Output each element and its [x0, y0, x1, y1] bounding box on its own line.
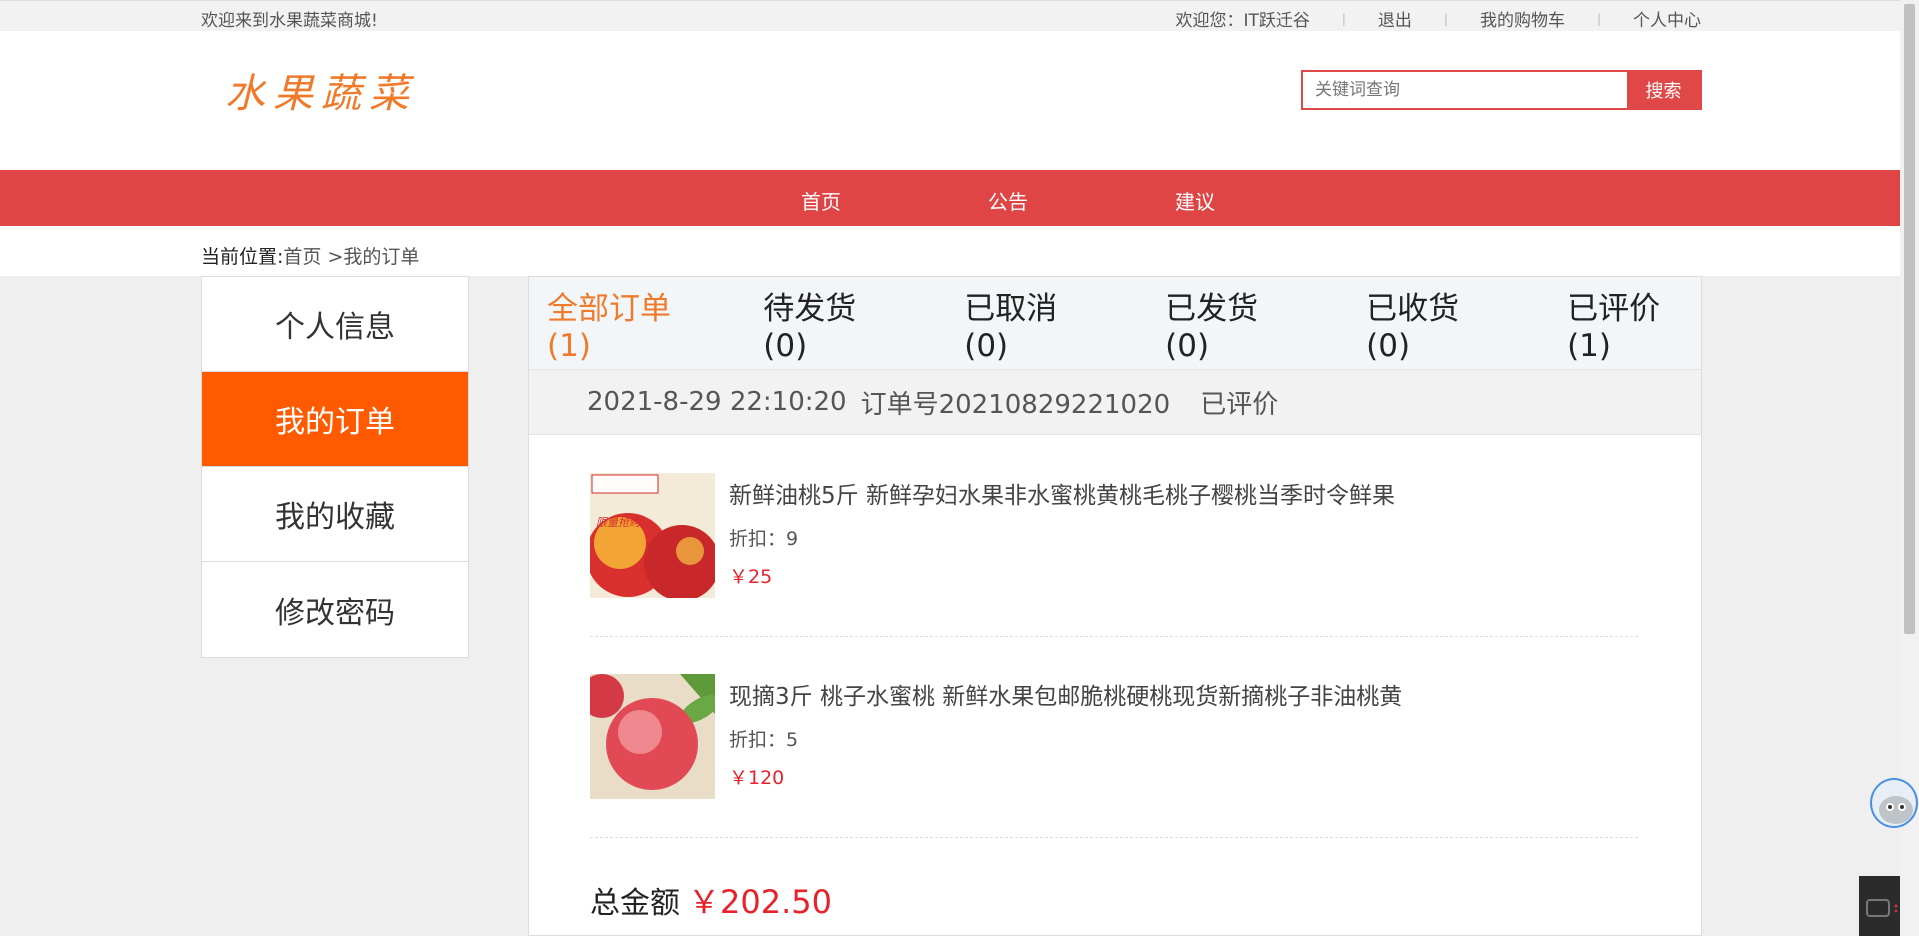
user-sidebar: 个人信息 我的订单 我的收藏 修改密码: [201, 276, 469, 658]
order-status: 已评价: [1200, 389, 1279, 420]
user-greeting[interactable]: 欢迎您：IT跃迁谷: [1175, 6, 1309, 31]
order-header: 2021-8-29 22:10:20 订单号20210829221020 已评价: [529, 370, 1701, 435]
profile-link[interactable]: 个人中心: [1633, 6, 1701, 31]
order-item: 现摘3斤 桃子水蜜桃 新鲜水果包邮脆桃硬桃现货新摘桃子非油桃黄 折扣：5 ￥12…: [590, 637, 1638, 838]
divider: |: [1443, 11, 1448, 26]
order-tabs: 全部订单(1) 待发货(0) 已取消(0) 已发货(0) 已收货(0) 已评价(…: [529, 277, 1701, 370]
sidebar-item-profile[interactable]: 个人信息: [202, 277, 468, 372]
breadcrumb-prefix: 当前位置:: [201, 246, 284, 268]
tab-received[interactable]: 已收货(0): [1366, 283, 1500, 364]
search-input[interactable]: [1303, 72, 1627, 108]
tab-shipped[interactable]: 已发货(0): [1165, 283, 1299, 364]
product-badge: 限量抢购: [596, 516, 640, 529]
order-total: 总金额 ￥202.50: [590, 877, 832, 923]
breadcrumb-current: >我的订单: [321, 246, 420, 268]
tab-all-orders[interactable]: 全部订单(1): [547, 283, 711, 364]
search-bar: 搜索: [1301, 70, 1702, 110]
tab-cancelled[interactable]: 已取消(0): [964, 283, 1098, 364]
logout-link[interactable]: 退出: [1378, 6, 1412, 31]
welcome-text: 欢迎来到水果蔬菜商城!: [201, 11, 378, 31]
breadcrumb: 当前位置:首页 >我的订单: [0, 226, 1900, 276]
cart-link[interactable]: 我的购物车: [1480, 6, 1565, 31]
orders-panel: 全部订单(1) 待发货(0) 已取消(0) 已发货(0) 已收货(0) 已评价(…: [528, 276, 1702, 936]
nav-item-notice[interactable]: 公告: [988, 186, 1028, 215]
total-label: 总金额: [590, 886, 680, 921]
divider: |: [1596, 11, 1601, 26]
order-datetime: 2021-8-29 22:10:20: [587, 387, 847, 417]
product-image[interactable]: [590, 674, 715, 799]
product-title[interactable]: 新鲜油桃5斤 新鲜孕妇水果非水蜜桃黄桃毛桃子樱桃当季时令鲜果: [729, 476, 1395, 510]
nav-item-home[interactable]: 首页: [801, 186, 841, 215]
top-bar: 欢迎来到水果蔬菜商城! 欢迎您：IT跃迁谷 | 退出 | 我的购物车 | 个人中…: [0, 0, 1900, 31]
header: 水果蔬菜 搜索: [0, 31, 1900, 170]
product-title[interactable]: 现摘3斤 桃子水蜜桃 新鲜水果包邮脆桃硬桃现货新摘桃子非油桃黄: [729, 677, 1402, 711]
top-links: 欢迎您：IT跃迁谷 | 退出 | 我的购物车 | 个人中心: [1175, 6, 1701, 31]
chat-assistant-icon[interactable]: [1870, 778, 1918, 828]
product-discount: 折扣：5: [729, 729, 799, 751]
nav-item-suggestion[interactable]: 建议: [1175, 186, 1215, 215]
product-price: ￥120: [729, 767, 785, 789]
product-price: ￥25: [729, 566, 773, 588]
divider: |: [1341, 11, 1346, 26]
search-button[interactable]: 搜索: [1627, 72, 1700, 108]
sidebar-item-favorites[interactable]: 我的收藏: [202, 467, 468, 562]
scrollbar-thumb[interactable]: [1904, 4, 1915, 634]
sidebar-item-password[interactable]: 修改密码: [202, 562, 468, 657]
site-logo[interactable]: 水果蔬菜: [225, 61, 417, 119]
floating-toolbar[interactable]: [1859, 876, 1900, 936]
tab-reviewed[interactable]: 已评价(1): [1567, 283, 1701, 364]
sidebar-item-orders[interactable]: 我的订单: [202, 372, 468, 467]
main-nav: 首页 公告 建议: [0, 170, 1900, 226]
order-item: 限量抢购 新鲜油桃5斤 新鲜孕妇水果非水蜜桃黄桃毛桃子樱桃当季时令鲜果 折扣：9…: [590, 436, 1638, 637]
order-number: 订单号20210829221020: [860, 389, 1171, 420]
product-image[interactable]: 限量抢购: [590, 473, 715, 598]
breadcrumb-home[interactable]: 首页: [283, 246, 321, 268]
total-amount: ￥202.50: [688, 883, 832, 921]
product-discount: 折扣：9: [729, 528, 799, 550]
tab-pending-shipment[interactable]: 待发货(0): [763, 283, 897, 364]
